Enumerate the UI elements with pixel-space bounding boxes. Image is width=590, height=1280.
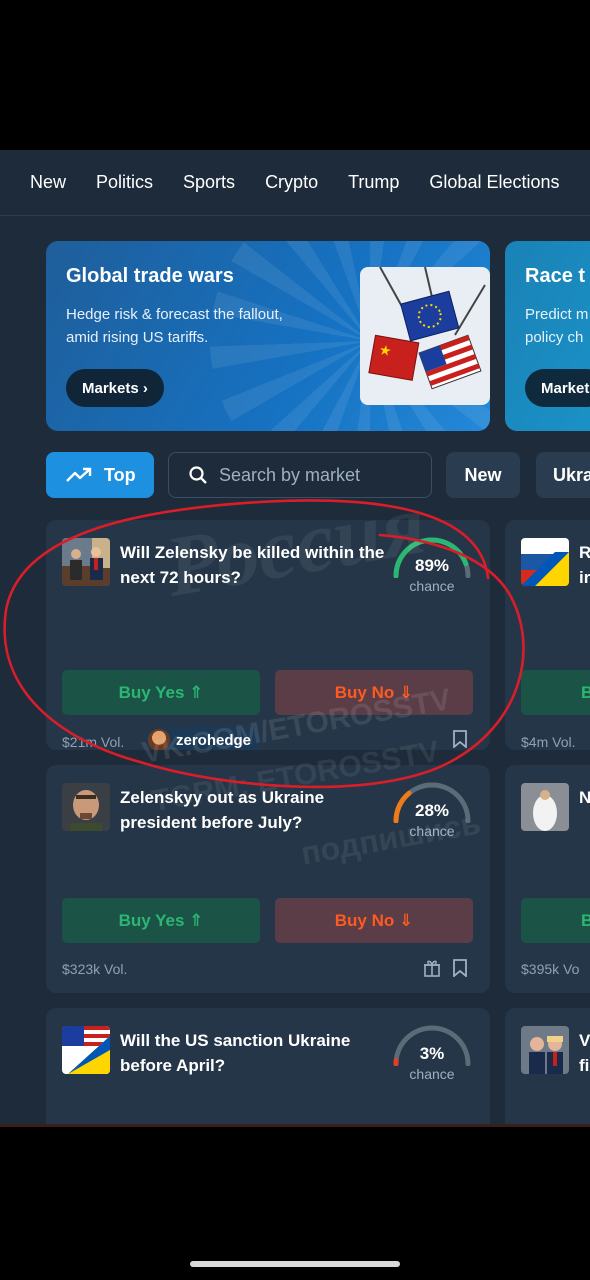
market-volume: $4m Vol. [521, 734, 576, 750]
market-question: N [579, 788, 590, 807]
filter-bar: Top New Ukra [0, 452, 590, 498]
filter-new[interactable]: New [446, 452, 520, 498]
banner-race[interactable]: Race t Predict m policy ch Market [505, 241, 590, 431]
nav-item-global-elections[interactable]: Global Elections [429, 172, 559, 193]
filter-top-label: Top [104, 464, 136, 485]
filter-ukraine[interactable]: Ukra [536, 452, 590, 498]
chance-label: chance [409, 578, 455, 594]
banner-description: Hedge risk & forecast the fallout, amid … [66, 306, 283, 346]
buy-yes-button[interactable]: B [521, 898, 590, 943]
market-thumbnail [62, 538, 110, 586]
nav-item-crypto[interactable]: Crypto [265, 172, 318, 193]
market-card[interactable]: Rir B $4m Vol. [505, 520, 590, 750]
banner-markets-button[interactable]: Markets › [66, 369, 164, 407]
market-volume: $395k Vo [521, 961, 580, 977]
nav-item-new[interactable]: New [30, 172, 66, 193]
screen-bottom-edge [0, 1124, 590, 1127]
market-card[interactable]: Will the US sanction Ukraine before Apri… [46, 1008, 490, 1125]
market-thumbnail [521, 783, 569, 831]
market-card[interactable]: Zelenskyy out as Ukraine president befor… [46, 765, 490, 993]
buy-yes-button[interactable]: B [521, 670, 590, 715]
nav-item-trump[interactable]: Trump [348, 172, 399, 193]
chance-percent: 3% [419, 1044, 445, 1063]
trending-up-icon [66, 467, 92, 482]
banner-markets-button[interactable]: Market [525, 369, 590, 407]
bookmark-icon[interactable] [446, 725, 474, 750]
market-question: Will the US sanction Ukraine before Apri… [120, 1031, 351, 1075]
banner-description: Predict m policy ch [525, 306, 589, 346]
shipping-containers-illustration: ★ [360, 267, 490, 405]
nav-item-politics[interactable]: Politics [96, 172, 153, 193]
filter-top[interactable]: Top [46, 452, 154, 498]
market-thumbnail [62, 1026, 110, 1074]
app-screen: New Politics Sports Crypto Trump Global … [0, 150, 590, 1125]
market-thumbnail [62, 783, 110, 831]
bookmark-icon[interactable] [446, 954, 474, 982]
chance-gauge: 3% chance [390, 1022, 474, 1086]
home-indicator[interactable] [190, 1261, 400, 1267]
banner-global-trade-wars[interactable]: Global trade wars Hedge risk & forecast … [46, 241, 490, 431]
market-card[interactable]: Vfi [505, 1008, 590, 1125]
gift-icon[interactable] [418, 954, 446, 982]
search-icon [189, 466, 207, 484]
nav-item-sports[interactable]: Sports [183, 172, 235, 193]
chance-label: chance [409, 1066, 455, 1082]
buy-yes-button[interactable]: Buy Yes ⇑ [62, 898, 260, 943]
market-question: Vfi [579, 1031, 590, 1075]
market-thumbnail [521, 538, 569, 586]
banner-title: Global trade wars [66, 265, 234, 287]
market-card[interactable]: N B $395k Vo [505, 765, 590, 993]
market-volume: $21m Vol. [62, 734, 125, 750]
category-nav: New Politics Sports Crypto Trump Global … [0, 150, 590, 216]
market-thumbnail [521, 1026, 569, 1074]
buy-yes-button[interactable]: Buy Yes ⇑ [62, 670, 260, 715]
market-volume: $323k Vol. [62, 961, 128, 977]
buy-no-button[interactable]: Buy No ⇓ [275, 898, 473, 943]
market-question: Rir [579, 543, 590, 587]
banner-title: Race t [525, 265, 586, 287]
